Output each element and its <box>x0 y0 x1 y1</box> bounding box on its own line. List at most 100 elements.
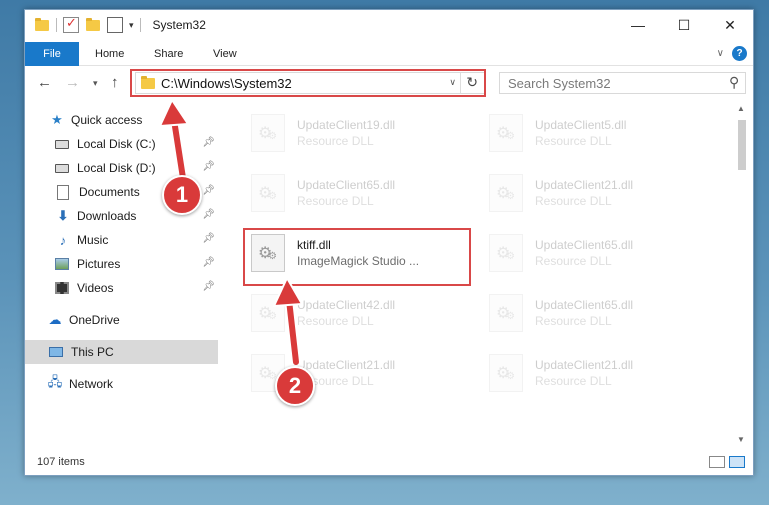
sidebar-item-label: OneDrive <box>69 313 120 327</box>
search-icon[interactable]: ⚲ <box>729 74 739 91</box>
folder-icon <box>34 17 50 33</box>
search-placeholder: Search System32 <box>508 76 611 91</box>
pin-icon[interactable]: 📌︎ <box>202 257 215 268</box>
scrollbar-thumb[interactable] <box>738 120 746 170</box>
dll-file-icon <box>489 114 523 152</box>
file-description: Resource DLL <box>535 194 612 208</box>
file-description: Resource DLL <box>297 194 374 208</box>
help-icon[interactable]: ? <box>732 46 747 61</box>
ribbon-right: ∨ ? <box>717 46 747 61</box>
step-1-marker: 1 <box>162 175 202 215</box>
file-description: Resource DLL <box>535 254 612 268</box>
file-description: Resource DLL <box>535 374 612 388</box>
details-view-icon[interactable] <box>709 456 725 468</box>
address-bar-highlight <box>130 69 486 97</box>
file-description: Resource DLL <box>297 314 374 328</box>
dll-file-icon <box>489 354 523 392</box>
star-icon: ★ <box>51 112 63 127</box>
pin-icon[interactable]: 📌︎ <box>202 137 215 148</box>
network-icon: 🖧︎ <box>47 374 63 389</box>
up-arrow-icon[interactable]: ↑ <box>111 74 119 91</box>
pin-icon[interactable]: 📌︎ <box>202 185 215 196</box>
sidebar-item-music[interactable]: ♪ Music 📌︎ <box>25 228 218 252</box>
sidebar-item-videos[interactable]: Videos 📌︎ <box>25 276 218 300</box>
pin-icon[interactable]: 📌︎ <box>202 233 215 244</box>
maximize-button[interactable]: ☐ <box>661 10 707 40</box>
status-bar: 107 items <box>25 450 753 474</box>
recent-locations-chevron-icon[interactable]: ▾ <box>93 78 98 89</box>
file-tile[interactable]: UpdateClient65.dll Resource DLL <box>483 288 713 344</box>
sidebar-item-pictures[interactable]: Pictures 📌︎ <box>25 252 218 276</box>
sidebar-item-quick-access[interactable]: ★ Quick access <box>49 108 218 132</box>
sidebar-item-label: This PC <box>71 345 114 359</box>
downloads-icon: ⬇ <box>57 208 69 223</box>
dll-file-icon <box>489 234 523 272</box>
toolbar-divider <box>56 18 57 32</box>
window-controls: — ☐ ✕ <box>615 10 753 40</box>
sidebar-item-network[interactable]: 🖧︎ Network <box>25 372 218 396</box>
toolbar-divider <box>139 18 141 32</box>
scroll-down-arrow-icon[interactable]: ▼ <box>737 435 745 444</box>
large-icons-view-icon[interactable] <box>729 456 745 468</box>
tab-file[interactable]: File <box>25 42 79 66</box>
pin-icon[interactable]: 📌︎ <box>202 281 215 292</box>
onedrive-icon: ☁ <box>48 312 62 327</box>
sidebar-item-label: Network <box>69 377 114 391</box>
back-arrow-icon[interactable]: ← <box>37 74 52 91</box>
file-description: Resource DLL <box>535 314 612 328</box>
scroll-up-arrow-icon[interactable]: ▲ <box>737 104 745 113</box>
close-button[interactable]: ✕ <box>707 10 753 40</box>
pictures-icon <box>55 258 69 270</box>
properties-icon[interactable] <box>107 17 123 33</box>
file-tile[interactable]: UpdateClient5.dll Resource DLL <box>483 108 713 164</box>
file-name: UpdateClient21.dll <box>535 178 634 192</box>
view-toggle <box>709 456 745 468</box>
videos-icon <box>55 282 69 294</box>
dll-file-icon <box>251 294 285 332</box>
dll-file-icon <box>251 174 285 212</box>
file-tile[interactable]: UpdateClient21.dll Resource DLL <box>483 168 713 224</box>
file-highlight <box>243 228 471 286</box>
expand-ribbon-chevron-icon[interactable]: ∨ <box>717 48 724 59</box>
sidebar-item-onedrive[interactable]: ☁ OneDrive <box>25 308 218 332</box>
sidebar-item-this-pc[interactable]: This PC <box>25 340 218 364</box>
file-name: UpdateClient21.dll <box>535 358 634 372</box>
sidebar-item-label: Quick access <box>71 113 143 127</box>
vertical-scrollbar[interactable]: ▲ ▼ <box>735 100 749 448</box>
new-folder-icon[interactable] <box>85 17 101 33</box>
file-tile[interactable]: UpdateClient42.dll Resource DLL <box>245 288 475 344</box>
sidebar-item-label: Videos <box>77 281 114 295</box>
sidebar-item-local-disk-c[interactable]: Local Disk (C:) 📌︎ <box>25 132 218 156</box>
file-name: UpdateClient5.dll <box>535 118 627 132</box>
file-tile[interactable]: UpdateClient19.dll Resource DLL <box>245 108 475 164</box>
sidebar-item-label: Documents <box>79 185 140 199</box>
step-2-marker: 2 <box>275 366 315 406</box>
quick-access-toolbar: ▾ System32 <box>34 15 206 33</box>
properties-check-icon[interactable] <box>63 15 79 33</box>
file-tile[interactable]: UpdateClient21.dll Resource DLL <box>483 348 713 404</box>
navigation-pane: ★ Quick access Local Disk (C:) 📌︎ Local … <box>25 108 218 446</box>
dll-file-icon <box>489 294 523 332</box>
documents-icon <box>57 184 69 200</box>
file-tile[interactable]: UpdateClient65.dll Resource DLL <box>483 228 713 284</box>
pin-icon[interactable]: 📌︎ <box>202 161 215 172</box>
drive-icon <box>55 139 69 149</box>
file-name: UpdateClient65.dll <box>535 298 634 312</box>
forward-arrow-icon[interactable]: → <box>65 74 80 91</box>
search-input[interactable]: Search System32 ⚲ <box>499 72 746 94</box>
item-count: 107 items <box>37 456 85 468</box>
pin-icon[interactable]: 📌︎ <box>202 209 215 220</box>
drive-icon <box>55 163 69 173</box>
sidebar-item-label: Downloads <box>77 209 137 223</box>
customize-toolbar-chevron-icon[interactable]: ▾ <box>129 20 134 31</box>
file-description: Resource DLL <box>297 134 374 148</box>
sidebar-item-label: Local Disk (D:) <box>77 161 156 175</box>
sidebar-item-label: Music <box>77 233 109 247</box>
this-pc-icon <box>49 347 63 357</box>
tab-home[interactable]: Home <box>83 42 136 66</box>
sidebar-item-label: Local Disk (C:) <box>77 137 156 151</box>
tab-view[interactable]: View <box>201 42 249 66</box>
tab-share[interactable]: Share <box>142 42 195 66</box>
file-tile[interactable]: UpdateClient65.dll Resource DLL <box>245 168 475 224</box>
minimize-button[interactable]: — <box>615 10 661 40</box>
